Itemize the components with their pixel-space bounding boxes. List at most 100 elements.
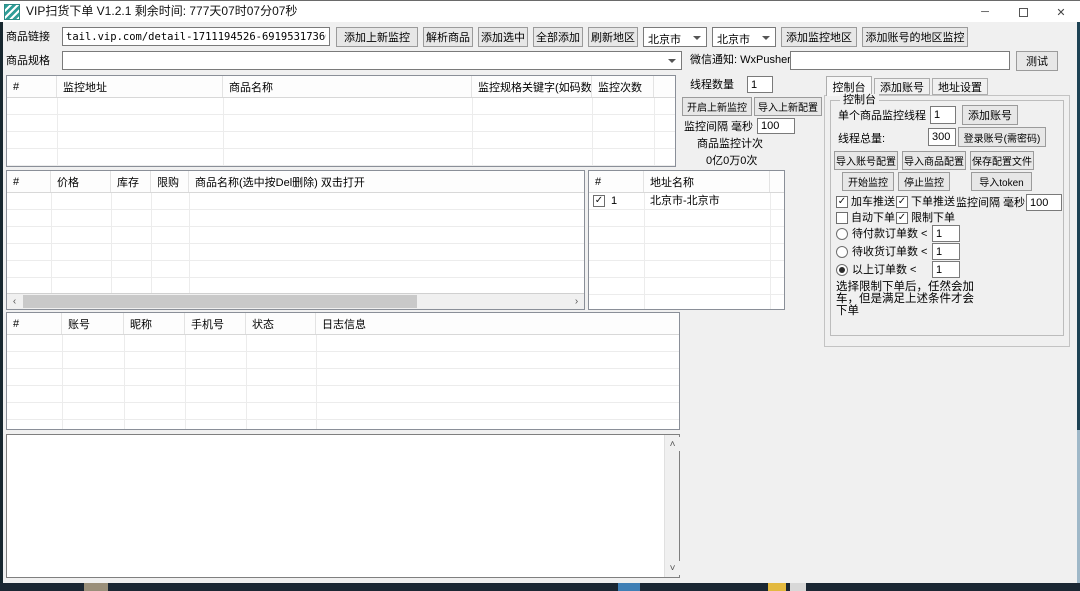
address-col-index[interactable]: # <box>589 171 644 192</box>
add-account-region-monitor-button[interactable]: 添加账号的地区监控 <box>862 27 968 47</box>
start-new-monitor-button[interactable]: 开启上新监控 <box>682 97 752 116</box>
close-button[interactable]: ✕ <box>1042 1 1080 23</box>
close-icon: ✕ <box>1056 6 1065 19</box>
minimize-button[interactable]: ─ <box>966 1 1004 23</box>
region-select-1[interactable]: 北京市 <box>643 27 707 47</box>
tab-add-account-label: 添加账号 <box>880 79 924 95</box>
log-vscrollbar[interactable]: ˄ ˅ <box>664 435 679 577</box>
products-col-limit[interactable]: 限购 <box>151 171 189 192</box>
address-col-name[interactable]: 地址名称 <box>644 171 770 192</box>
vscroll-up-icon[interactable]: ˄ <box>665 437 680 451</box>
accounts-col-log[interactable]: 日志信息 <box>316 313 679 334</box>
address-table-header: # 地址名称 <box>589 171 784 193</box>
import-product-config-button[interactable]: 导入商品配置 <box>902 151 966 170</box>
pending-pay-label: 待付款订单数 < <box>852 228 927 241</box>
hscroll-right-icon[interactable]: › <box>569 294 584 309</box>
refresh-region-button[interactable]: 刷新地区 <box>588 27 638 47</box>
add-new-monitor-label: 添加上新监控 <box>344 29 410 45</box>
add-account-button[interactable]: 添加账号 <box>962 105 1018 125</box>
products-col-name[interactable]: 商品名称(选中按Del删除) 双击打开 <box>189 171 584 192</box>
add-account-region-monitor-label: 添加账号的地区监控 <box>866 29 965 45</box>
import-new-config-button[interactable]: 导入上新配置 <box>754 97 822 116</box>
maximize-button[interactable] <box>1004 1 1042 23</box>
pending-pay-radio[interactable] <box>836 228 848 240</box>
parse-product-label: 解析商品 <box>426 29 470 45</box>
limit-order-label: 限制下单 <box>911 212 955 225</box>
test-label: 测试 <box>1026 53 1048 69</box>
import-token-button[interactable]: 导入token <box>971 172 1032 191</box>
monitor-col-count[interactable]: 监控次数 <box>592 76 654 97</box>
monitor-counter-title: 商品监控计次 <box>697 138 763 151</box>
accounts-col-account[interactable]: 账号 <box>62 313 124 334</box>
auto-order-checkbox[interactable] <box>836 212 848 224</box>
add-account-label: 添加账号 <box>968 107 1012 123</box>
address-row-name: 北京市-北京市 <box>650 195 720 208</box>
products-col-price[interactable]: 价格 <box>51 171 111 192</box>
import-account-config-label: 导入账号配置 <box>836 153 896 168</box>
total-orders-radio[interactable] <box>836 264 848 276</box>
address-row-checkbox[interactable]: ✓ <box>593 195 605 207</box>
add-monitor-region-button[interactable]: 添加监控地区 <box>781 27 857 47</box>
order-push-checkbox[interactable]: ✓ <box>896 196 908 208</box>
save-config-label: 保存配置文件 <box>972 153 1032 168</box>
accounts-col-phone[interactable]: 手机号 <box>185 313 246 334</box>
product-spec-select[interactable] <box>62 51 682 70</box>
panel-interval-input[interactable] <box>1026 194 1062 211</box>
address-table-body: ✓ 1 北京市-北京市 <box>589 193 784 309</box>
limit-note-line3: 下单 <box>836 305 859 318</box>
pending-receive-input[interactable] <box>932 243 960 260</box>
test-button[interactable]: 测试 <box>1016 51 1058 71</box>
monitor-col-url[interactable]: 监控地址 <box>57 76 223 97</box>
products-col-index[interactable]: # <box>7 171 51 192</box>
accounts-col-nickname[interactable]: 昵称 <box>124 313 185 334</box>
wechat-token-input[interactable] <box>790 51 1010 70</box>
monitor-counter-value: 0亿0万0次 <box>706 155 757 168</box>
save-config-button[interactable]: 保存配置文件 <box>970 151 1034 170</box>
tab-address-settings[interactable]: 地址设置 <box>932 78 988 95</box>
accounts-table-header: # 账号 昵称 手机号 状态 日志信息 <box>7 313 679 335</box>
parse-product-button[interactable]: 解析商品 <box>423 27 473 47</box>
monitor-col-index[interactable]: # <box>7 76 57 97</box>
accounts-col-index[interactable]: # <box>7 313 62 334</box>
monitor-col-name[interactable]: 商品名称 <box>223 76 472 97</box>
total-orders-input[interactable] <box>932 261 960 278</box>
region-select-1-value: 北京市 <box>648 31 681 47</box>
region-select-2[interactable]: 北京市 <box>712 27 776 47</box>
start-monitor-button[interactable]: 开始监控 <box>842 172 894 191</box>
product-spec-label: 商品规格 <box>6 55 50 68</box>
thread-count-input[interactable] <box>747 76 773 93</box>
accounts-col-status[interactable]: 状态 <box>246 313 316 334</box>
monitor-col-keyword[interactable]: 监控规格关键字(如码数) <box>472 76 592 97</box>
pending-pay-input[interactable] <box>932 225 960 242</box>
add-selected-button[interactable]: 添加选中 <box>478 27 528 47</box>
stop-monitor-button[interactable]: 停止监控 <box>898 172 950 191</box>
thread-total-input[interactable] <box>928 128 956 146</box>
start-new-monitor-label: 开启上新监控 <box>687 99 747 114</box>
address-row-1[interactable]: ✓ 1 北京市-北京市 <box>589 193 784 209</box>
tab-add-account[interactable]: 添加账号 <box>874 78 930 95</box>
products-table-body <box>7 193 584 293</box>
vscroll-down-icon[interactable]: ˅ <box>665 561 680 575</box>
window-title: VIP扫货下单 V1.2.1 剩余时间: 777天07时07分07秒 <box>26 5 297 18</box>
check-icon: ✓ <box>838 196 846 207</box>
thread-per-product-input[interactable] <box>930 106 956 124</box>
import-account-config-button[interactable]: 导入账号配置 <box>834 151 898 170</box>
products-hscrollbar[interactable]: ‹ › <box>7 293 584 309</box>
product-link-input[interactable] <box>62 27 330 46</box>
tab-console[interactable]: 控制台 <box>826 76 872 96</box>
hscroll-left-icon[interactable]: ‹ <box>7 294 22 309</box>
add-all-button[interactable]: 全部添加 <box>533 27 583 47</box>
hscroll-thumb[interactable] <box>23 295 417 308</box>
add-new-monitor-button[interactable]: 添加上新监控 <box>336 27 418 47</box>
monitor-interval-label: 监控间隔 毫秒 <box>684 121 753 134</box>
pending-receive-radio[interactable] <box>836 246 848 258</box>
app-icon <box>4 4 20 20</box>
monitor-interval-input[interactable] <box>757 118 795 134</box>
taskbar-segment <box>790 583 806 591</box>
products-col-stock[interactable]: 库存 <box>111 171 151 192</box>
login-account-button[interactable]: 登录账号(需密码) <box>958 127 1046 147</box>
limit-order-checkbox[interactable]: ✓ <box>896 212 908 224</box>
log-area[interactable]: ˄ ˅ <box>6 434 680 578</box>
wechat-notify-label: 微信通知: WxPusher <box>690 54 791 67</box>
cart-push-checkbox[interactable]: ✓ <box>836 196 848 208</box>
